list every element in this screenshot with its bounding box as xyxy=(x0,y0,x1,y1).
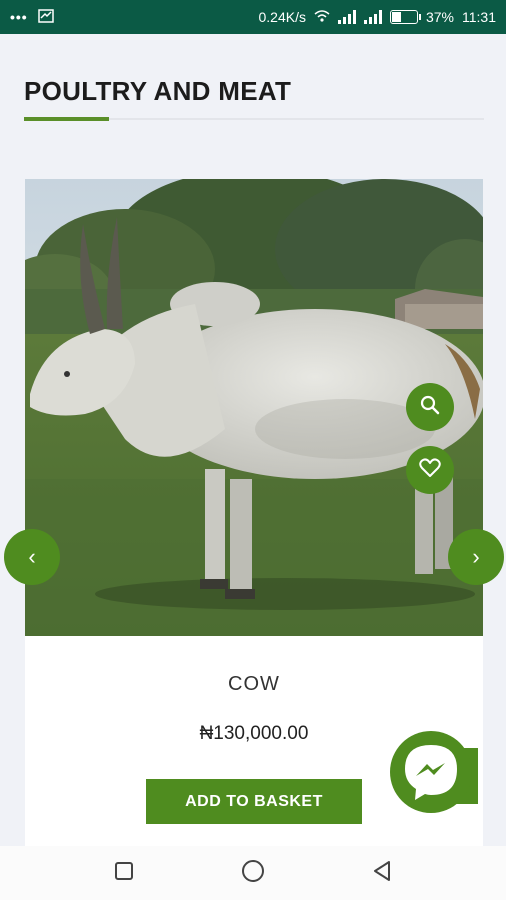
search-icon xyxy=(420,395,440,420)
signal-icon-2 xyxy=(363,10,382,24)
chevron-left-icon: ‹ xyxy=(28,544,36,569)
home-icon xyxy=(241,859,265,888)
carousel-next-button[interactable]: › xyxy=(448,529,504,585)
back-icon xyxy=(371,860,393,887)
chevron-right-icon: › xyxy=(472,544,480,569)
network-speed: 0.24K/s xyxy=(258,9,306,25)
wifi-icon xyxy=(314,9,330,26)
back-button[interactable] xyxy=(367,858,397,888)
battery-percent: 37% xyxy=(425,9,454,25)
recent-apps-icon xyxy=(114,861,134,886)
system-nav-bar xyxy=(0,846,506,900)
more-notifications-icon: ••• xyxy=(10,9,28,25)
add-to-basket-button[interactable]: ADD TO BASKET xyxy=(146,779,362,824)
battery-icon xyxy=(389,10,421,24)
clock: 11:31 xyxy=(462,9,496,25)
quick-view-button[interactable] xyxy=(406,383,454,431)
signal-icon xyxy=(337,10,356,24)
cast-icon xyxy=(37,8,54,26)
home-button[interactable] xyxy=(238,858,268,888)
carousel-prev-button[interactable]: ‹ xyxy=(4,529,60,585)
page-content: POULTRY AND MEAT COW ₦130,000.00 ADD TO … xyxy=(0,34,506,879)
title-accent-bar xyxy=(24,117,109,121)
heart-icon xyxy=(419,457,441,483)
status-bar: ••• 0.24K/s 37% 11:31 xyxy=(0,0,506,34)
messenger-icon xyxy=(390,731,472,813)
wishlist-button[interactable] xyxy=(406,446,454,494)
recent-apps-button[interactable] xyxy=(109,858,139,888)
messenger-button[interactable] xyxy=(388,729,474,815)
product-name[interactable]: COW xyxy=(25,673,483,696)
section-title: POULTRY AND MEAT xyxy=(24,76,292,106)
